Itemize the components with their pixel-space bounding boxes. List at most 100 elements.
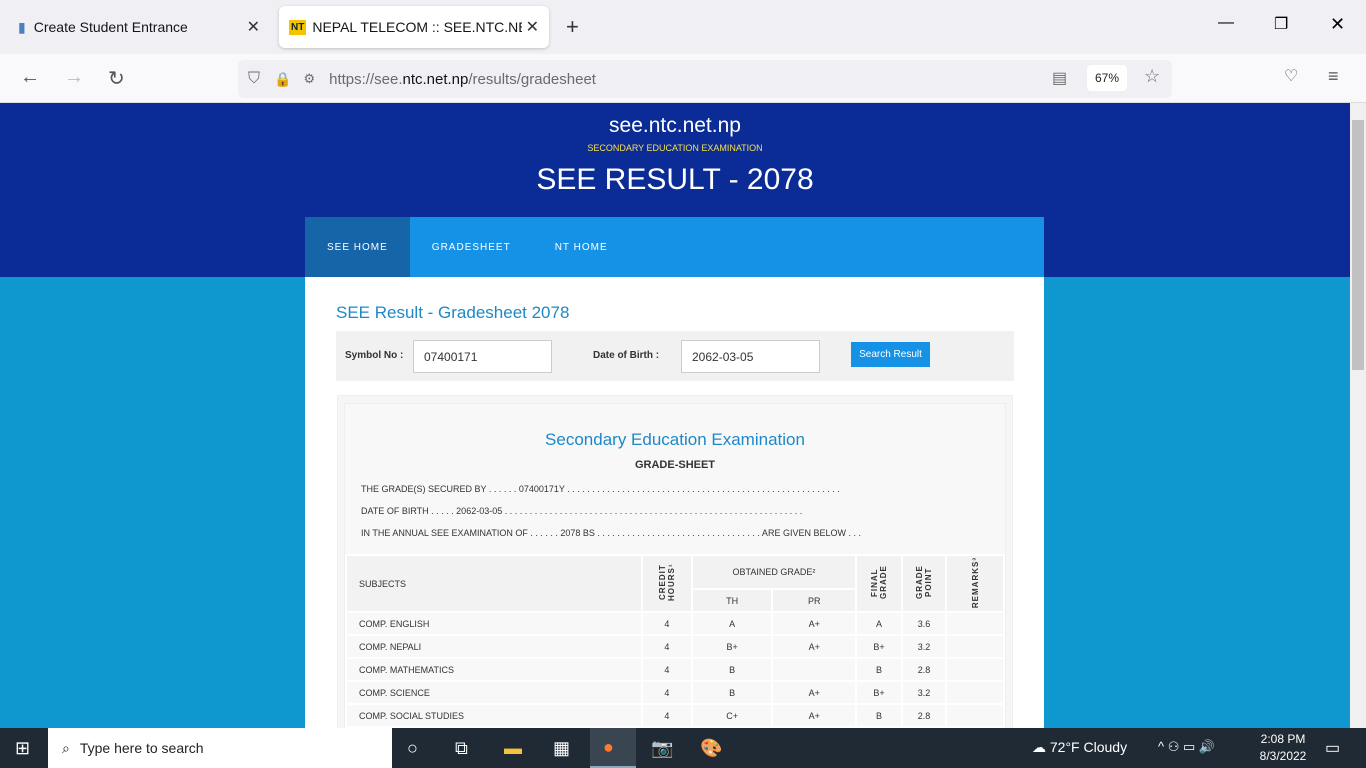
zoom-level[interactable]: 67% (1087, 65, 1127, 91)
restore-button[interactable]: ❐ (1274, 14, 1288, 34)
close-window-button[interactable]: ✕ (1330, 14, 1345, 35)
table-cell: B+ (690, 634, 774, 659)
pocket-icon[interactable]: ♡ (1284, 66, 1298, 86)
task-view-icon[interactable]: ⧉ (455, 738, 468, 759)
table-cell (945, 703, 1005, 728)
reader-view-icon[interactable]: ▤ (1052, 68, 1067, 88)
tab-nepal-telecom[interactable]: NTNEPAL TELECOM :: SEE.NTC.NET.N✕ (279, 6, 549, 48)
table-cell (945, 634, 1005, 659)
table-cell: 3.2 (901, 680, 947, 705)
grades-table: SUBJECTS CREDIT HOURS¹ OBTAINED GRADE² F… (345, 554, 1005, 728)
gradesheet: Secondary Education Examination GRADE-SH… (337, 395, 1013, 735)
table-cell: A (855, 611, 903, 636)
symbol-input[interactable]: 07400171 (413, 340, 552, 373)
menu-icon[interactable]: ≡ (1328, 66, 1339, 87)
forward-button[interactable]: → (64, 66, 84, 89)
table-cell: B+ (855, 680, 903, 705)
store-icon[interactable]: ▦ (553, 738, 570, 759)
table-cell: B (690, 657, 774, 682)
taskbar: ⊞ ⌕ Type here to search ○ ⧉ ▬ ▦ ● 📷 🎨 ☁ 7… (0, 728, 1366, 768)
table-row: COMP. ENGLISH 4 A A+ A 3.6 (345, 611, 1005, 636)
table-cell: A+ (771, 680, 857, 705)
table-cell: COMP. MATHEMATICS (345, 657, 643, 682)
col-pr: PR (771, 588, 857, 613)
table-cell: C+ (690, 703, 774, 728)
table-cell: A+ (771, 634, 857, 659)
table-cell: B (690, 680, 774, 705)
sheet-subtitle: GRADE-SHEET (634, 459, 716, 471)
table-cell (945, 657, 1005, 682)
search-form: Symbol No : 07400171 Date of Birth : 206… (336, 331, 1014, 381)
table-cell: COMP. SCIENCE (345, 680, 643, 705)
table-cell: 4 (640, 611, 693, 636)
tab-create-student-entrance[interactable]: ▮ Create Student Entrance ✕ (8, 6, 270, 48)
camera-icon[interactable]: 📷 (651, 738, 673, 759)
clock[interactable]: 2:08 PM 8/3/2022 (1255, 732, 1311, 763)
table-cell: 4 (640, 703, 693, 728)
page-icon: ▮ (18, 18, 26, 35)
weather-widget[interactable]: ☁ 72°F Cloudy (1032, 739, 1127, 756)
cortana-icon[interactable]: ○ (407, 738, 418, 759)
table-cell: COMP. NEPALI (345, 634, 643, 659)
notifications-icon[interactable]: ▭ (1325, 738, 1340, 758)
close-tab-icon[interactable]: ✕ (247, 17, 260, 37)
exam-line: IN THE ANNUAL SEE EXAMINATION OF . . . .… (361, 528, 861, 538)
page-title: SEE Result - Gradesheet 2078 (336, 303, 570, 322)
scrollbar-thumb[interactable] (1352, 120, 1364, 370)
table-cell: 2.8 (901, 703, 947, 728)
site-title: SEE RESULT - 2078 (536, 163, 814, 196)
cloud-icon: ☁ (1032, 739, 1050, 755)
site-subtitle: SECONDARY EDUCATION EXAMINATION (587, 143, 763, 153)
table-cell: 3.6 (901, 611, 947, 636)
nav-nt-home[interactable]: NT HOME (533, 217, 630, 277)
table-cell: B (855, 657, 903, 682)
table-cell: 4 (640, 634, 693, 659)
windows-start-icon[interactable]: ⊞ (15, 738, 30, 759)
table-cell: B (855, 703, 903, 728)
dob-input[interactable]: 2062-03-05 (681, 340, 820, 373)
symbol-label: Symbol No : (345, 350, 404, 361)
col-point: GRADE POINT (915, 565, 933, 600)
reload-button[interactable]: ↻ (108, 66, 125, 91)
lock-icon: 🔒 (274, 70, 292, 87)
firefox-taskbar-icon[interactable]: ● (590, 728, 636, 768)
bookmark-star-icon[interactable]: ☆ (1144, 66, 1160, 87)
file-explorer-icon[interactable]: ▬ (504, 738, 522, 759)
close-tab-icon[interactable]: ✕ (526, 17, 539, 37)
col-obtained: OBTAINED GRADE² (690, 554, 858, 590)
table-row: COMP. NEPALI 4 B+ A+ B+ 3.2 (345, 634, 1005, 659)
search-result-button[interactable]: Search Result (851, 342, 930, 367)
back-button[interactable]: ← (20, 66, 40, 89)
minimize-button[interactable]: — (1218, 14, 1234, 32)
table-cell: A (690, 611, 774, 636)
permissions-icon: ⚙ (303, 71, 316, 86)
table-cell: A+ (771, 611, 857, 636)
taskbar-search[interactable]: ⌕ Type here to search (48, 728, 392, 768)
dob-line: DATE OF BIRTH . . . . . 2062-03-05 . . .… (361, 506, 803, 516)
paint-icon[interactable]: 🎨 (700, 738, 722, 759)
content-panel: SEE Result - Gradesheet 2078 Symbol No :… (305, 277, 1044, 735)
table-cell (771, 657, 857, 682)
table-cell: 4 (640, 680, 693, 705)
nav-see-home[interactable]: SEE HOME (305, 217, 410, 277)
tab-bar: ▮ Create Student Entrance ✕ NT NEPAL TELECO… (0, 0, 1366, 54)
site-name: see.ntc.net.np (609, 114, 741, 137)
table-cell: COMP. SOCIAL STUDIES (345, 703, 643, 728)
table-cell (945, 611, 1005, 636)
table-cell: A+ (771, 703, 857, 728)
col-final: FINAL GRADE (870, 565, 888, 600)
nav-gradesheet[interactable]: GRADESHEET (410, 217, 533, 277)
main-nav: SEE HOME GRADESHEET NT HOME (305, 217, 1044, 277)
table-cell: 4 (640, 657, 693, 682)
col-credit: CREDIT HOURS¹ (657, 563, 676, 602)
sheet-title: Secondary Education Examination (545, 430, 805, 449)
address-bar[interactable]: ⛉ 🔒 ⚙ https://see.ntc.net.np/results/gra… (238, 60, 1172, 98)
search-icon: ⌕ (62, 739, 70, 756)
new-tab-button[interactable]: + (566, 14, 579, 40)
secured-by-line: THE GRADE(S) SECURED BY . . . . . . 0740… (361, 484, 840, 494)
nav-toolbar: ← → ↻ ⛉ 🔒 ⚙ https://see.ntc.net.np/resul… (0, 54, 1366, 103)
table-row: COMP. MATHEMATICS 4 B B 2.8 (345, 657, 1005, 682)
tray-icons[interactable]: ^ ⚇ ▭ 🔊 (1158, 739, 1215, 755)
table-cell: B+ (855, 634, 903, 659)
nt-logo-icon: NT (289, 19, 307, 35)
